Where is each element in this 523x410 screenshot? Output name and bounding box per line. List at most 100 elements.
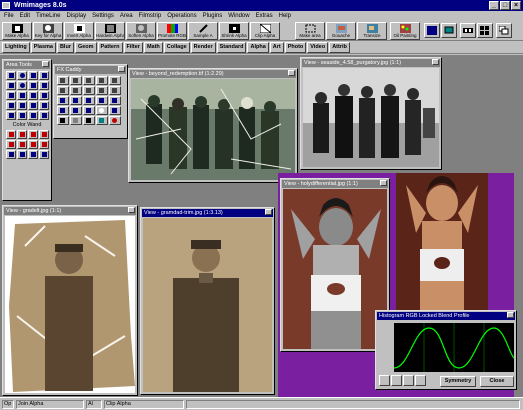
transize-button[interactable]: Transize: [357, 22, 387, 40]
view-1-canvas[interactable]: [131, 79, 295, 180]
fx-flip[interactable]: [57, 96, 69, 105]
fx-rotate[interactable]: [96, 96, 108, 105]
tab-alpha[interactable]: Alpha: [247, 42, 269, 53]
view-window-5[interactable]: View - holydifferential.jpg (1:1): [280, 178, 390, 352]
smudge-tool[interactable]: [17, 150, 27, 159]
smooth-tool[interactable]: [39, 111, 49, 120]
close-icon[interactable]: [288, 70, 295, 76]
fx-color[interactable]: [96, 116, 108, 125]
close-button[interactable]: ×: [511, 1, 521, 10]
fx-spherize[interactable]: [96, 76, 108, 85]
fx-mirror[interactable]: [70, 96, 82, 105]
soften-alpha-button[interactable]: Soften Alpha: [126, 22, 156, 40]
symmetry-button[interactable]: Symmetry: [440, 376, 476, 387]
rotate-area-tool[interactable]: [28, 101, 38, 110]
wand-sub-tool[interactable]: [28, 130, 38, 139]
eraser-tool[interactable]: [28, 140, 38, 149]
spline-tool[interactable]: [39, 81, 49, 90]
fx-scale[interactable]: [109, 96, 121, 105]
fx-sphere[interactable]: [96, 106, 108, 115]
skew-area-tool[interactable]: [39, 101, 49, 110]
tab-lighting[interactable]: Lighting: [2, 42, 30, 53]
wand-tool[interactable]: [6, 130, 16, 139]
scale-area-tool[interactable]: [17, 101, 27, 110]
color-swatch-button[interactable]: [424, 23, 440, 38]
shrink-alpha-button[interactable]: Shrink Alpha: [219, 22, 249, 40]
close-icon[interactable]: [118, 66, 125, 72]
ellipse-select-tool[interactable]: [17, 71, 27, 80]
make-area-button[interactable]: Make area: [295, 22, 325, 40]
fx-edge[interactable]: [96, 86, 108, 95]
add-area-tool[interactable]: [6, 91, 16, 100]
fx-ball[interactable]: [109, 116, 121, 125]
fx-mosaic[interactable]: [70, 86, 82, 95]
key-for-alpha-button[interactable]: Key for Alpha: [33, 22, 63, 40]
clip-alpha-button[interactable]: Clip Alpha: [250, 22, 280, 40]
intersect-area-tool[interactable]: [28, 91, 38, 100]
contract-tool[interactable]: [28, 111, 38, 120]
fx-glow[interactable]: [109, 86, 121, 95]
view-button[interactable]: [441, 23, 457, 38]
gouache-button[interactable]: Gouache: [326, 22, 356, 40]
menu-edit[interactable]: Edit: [20, 11, 30, 21]
menu-operations[interactable]: Operations: [167, 11, 196, 21]
fx-wave[interactable]: [109, 76, 121, 85]
fx-crystal[interactable]: [109, 106, 121, 115]
oil-painting-button[interactable]: Oil Painting: [390, 22, 420, 40]
arrow-down-icon[interactable]: [403, 375, 414, 386]
expand-tool[interactable]: [17, 111, 27, 120]
tab-collage[interactable]: Collage: [163, 42, 190, 53]
histogram-close-button[interactable]: Close: [480, 376, 514, 387]
tab-pattern[interactable]: Pattern: [97, 42, 123, 53]
hardwin-alpha-button[interactable]: Hardwin Alpha: [95, 22, 125, 40]
promote-rgb-button[interactable]: Promote RGB: [157, 22, 187, 40]
status-alpha-check[interactable]: Al: [86, 400, 102, 409]
tab-attrib[interactable]: Attrib: [329, 42, 350, 53]
tab-art[interactable]: Art: [269, 42, 284, 53]
fill-tool[interactable]: [39, 140, 49, 149]
close-icon[interactable]: [42, 61, 49, 67]
subtract-area-tool[interactable]: [17, 91, 27, 100]
close-icon[interactable]: [265, 209, 272, 215]
fx-light[interactable]: [57, 106, 69, 115]
menu-file[interactable]: File: [4, 11, 14, 21]
wand-add-tool[interactable]: [17, 130, 27, 139]
tab-math[interactable]: Math: [143, 42, 163, 53]
fx-shear[interactable]: [83, 96, 95, 105]
brush-tool[interactable]: [6, 140, 16, 149]
view-4-canvas[interactable]: [143, 218, 272, 392]
menu-display[interactable]: Display: [66, 11, 86, 21]
wand-range-tool[interactable]: [39, 130, 49, 139]
freehand-tool[interactable]: [28, 81, 38, 90]
fx-tile[interactable]: [57, 86, 69, 95]
fx-noise[interactable]: [83, 116, 95, 125]
tab-geom[interactable]: Geom: [74, 42, 97, 53]
menu-window[interactable]: Window: [228, 11, 249, 21]
view-2-canvas[interactable]: [303, 68, 439, 167]
sample-a-button[interactable]: Sample A: [188, 22, 218, 40]
fx-pinch[interactable]: [83, 76, 95, 85]
minimize-button[interactable]: _: [489, 1, 499, 10]
tab-filter[interactable]: Filter: [123, 42, 143, 53]
feather-tool[interactable]: [6, 111, 16, 120]
rect-select-tool[interactable]: [6, 71, 16, 80]
tab-standard[interactable]: Standard: [216, 42, 247, 53]
close-icon[interactable]: [128, 207, 135, 213]
close-icon[interactable]: [432, 59, 439, 65]
fx-swirl[interactable]: [57, 76, 69, 85]
close-icon[interactable]: [507, 312, 514, 318]
fx-gradient[interactable]: [70, 116, 82, 125]
arrow-right-icon[interactable]: [415, 375, 426, 386]
view-window-4[interactable]: View - gramdad-trim.jpg (1:3.13): [140, 207, 275, 395]
histogram-curve-panel[interactable]: [394, 323, 514, 372]
menu-extras[interactable]: Extras: [256, 11, 273, 21]
tab-photo[interactable]: Photo: [284, 42, 307, 53]
hand-tool[interactable]: [39, 150, 49, 159]
ellipse-fill-tool[interactable]: [17, 81, 27, 90]
arrow-up-icon[interactable]: [391, 375, 402, 386]
polygon-tool[interactable]: [39, 71, 49, 80]
menu-area[interactable]: Area: [120, 11, 133, 21]
tab-blur[interactable]: Blur: [56, 42, 74, 53]
menu-help[interactable]: Help: [279, 11, 291, 21]
fx-shadow[interactable]: [70, 106, 82, 115]
